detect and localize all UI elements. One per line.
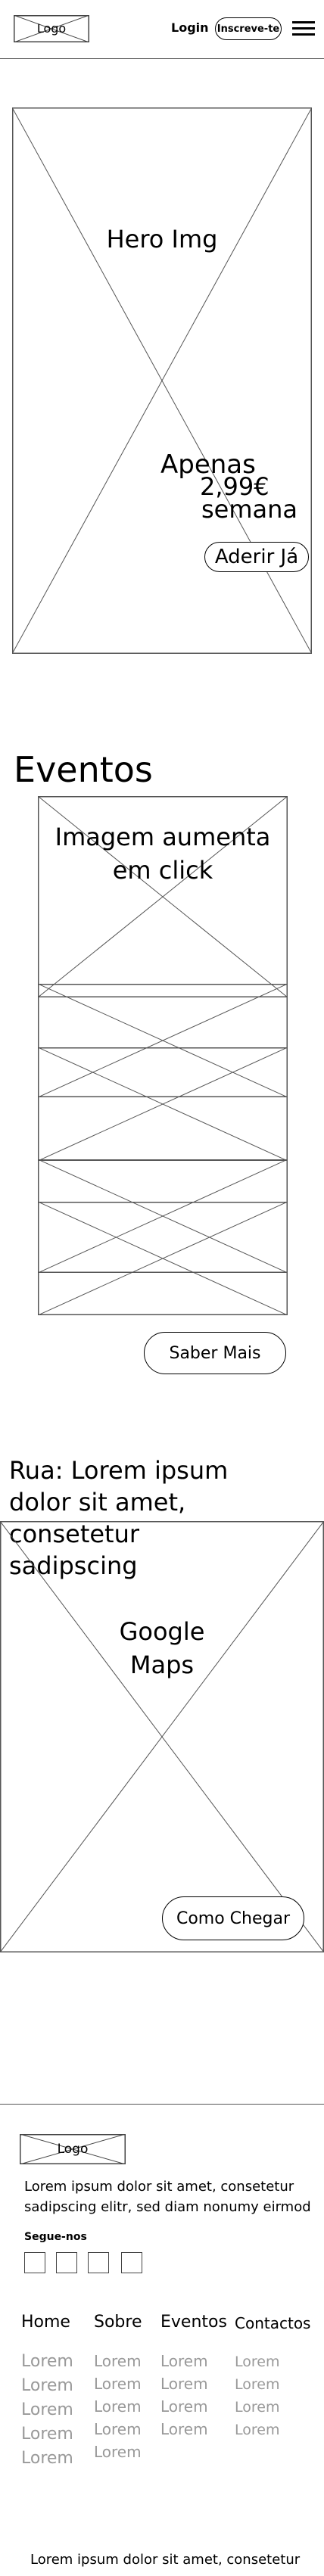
header-logo[interactable]: Logo: [14, 15, 89, 42]
signup-button[interactable]: Inscreve-te: [215, 17, 282, 40]
footer-link[interactable]: Lorem: [160, 2350, 227, 2372]
footer-link[interactable]: Lorem: [235, 2396, 310, 2419]
price-suffix: semana: [201, 495, 298, 524]
footer-heading-contactos: Contactos: [235, 2314, 311, 2332]
hamburger-menu-icon[interactable]: [292, 20, 315, 38]
footer-heading-sobre: Sobre: [94, 2313, 142, 2332]
event-image-3[interactable]: [38, 1047, 288, 1161]
footer-link[interactable]: Lorem: [235, 2419, 310, 2441]
footer-link[interactable]: Lorem: [21, 2398, 73, 2422]
social-icon-3[interactable]: [88, 2252, 109, 2273]
footer-link[interactable]: Lorem: [21, 2350, 73, 2374]
footer-logo[interactable]: Logo: [20, 2134, 126, 2164]
social-icon-1[interactable]: [24, 2252, 45, 2273]
footer-column-contactos: Contactos Lorem Lorem Lorem Lorem: [235, 2314, 310, 2441]
footer-link[interactable]: Lorem: [160, 2372, 227, 2395]
hero-image-label: Hero Img: [106, 225, 218, 254]
event-image-caption: Imagem aumenta em click: [55, 823, 271, 885]
join-now-button[interactable]: Aderir Já: [204, 542, 309, 572]
events-title: Eventos: [14, 749, 153, 790]
footer-link[interactable]: Lorem: [94, 2395, 142, 2418]
footer-link[interactable]: Lorem: [21, 2374, 73, 2398]
footer-link[interactable]: Lorem: [94, 2418, 142, 2441]
footer-column-home: Home Lorem Lorem Lorem Lorem Lorem: [21, 2313, 73, 2471]
footer-heading-home: Home: [21, 2313, 70, 2332]
learn-more-button[interactable]: Saber Mais: [144, 1332, 286, 1374]
footer-link[interactable]: Lorem: [235, 2350, 310, 2373]
event-image-5[interactable]: [38, 1202, 288, 1315]
footer-column-sobre: Sobre Lorem Lorem Lorem Lorem Lorem: [94, 2313, 142, 2463]
footer-link[interactable]: Lorem: [21, 2447, 73, 2471]
footer-bottom-text: Lorem ipsum dolor sit amet, consetetur: [30, 2552, 301, 2568]
footer-description: Lorem ipsum dolor sit amet, consetetur s…: [24, 2179, 311, 2215]
footer-column-eventos: Eventos Lorem Lorem Lorem Lorem: [160, 2313, 227, 2441]
footer-link[interactable]: Lorem: [235, 2373, 310, 2396]
footer-link[interactable]: Lorem: [160, 2395, 227, 2418]
header-divider: [0, 58, 324, 59]
logo-label: Logo: [36, 21, 67, 36]
footer-divider: [0, 2104, 324, 2105]
footer-heading-eventos: Eventos: [160, 2313, 227, 2332]
social-icon-2[interactable]: [56, 2252, 77, 2273]
footer-logo-label: Logo: [57, 2142, 89, 2157]
footer-link[interactable]: Lorem: [94, 2372, 142, 2395]
map-placeholder[interactable]: [0, 1521, 324, 1952]
follow-us-label: Segue-nos: [24, 2231, 87, 2243]
footer-link[interactable]: Lorem: [160, 2418, 227, 2441]
footer-link[interactable]: Lorem: [94, 2350, 142, 2372]
login-link[interactable]: Login: [171, 20, 209, 35]
footer-link[interactable]: Lorem: [21, 2422, 73, 2447]
directions-button[interactable]: Como Chegar: [162, 1896, 304, 1940]
map-label: Google Maps: [119, 1617, 205, 1679]
footer-link[interactable]: Lorem: [94, 2441, 142, 2463]
social-icon-4[interactable]: [121, 2252, 142, 2273]
